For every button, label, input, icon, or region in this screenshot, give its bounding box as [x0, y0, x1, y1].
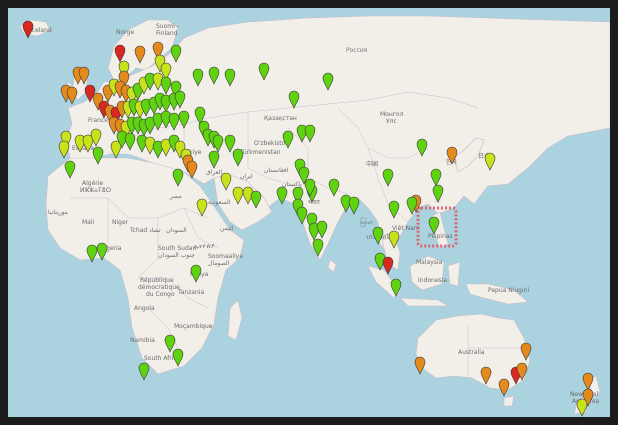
label-mali: Mali — [82, 219, 95, 226]
label-niger: Niger — [112, 219, 129, 226]
label-iraq: العراق — [206, 169, 222, 176]
label-namibia: Namibia — [130, 337, 155, 344]
label-iran: ایران — [240, 173, 253, 180]
land-tasmania — [503, 395, 515, 407]
label-australia: Australia — [458, 349, 485, 356]
label-suomi: Suomi - — [156, 23, 179, 30]
label-soomaaliya-1: Soomaaliya — [208, 253, 243, 260]
label-mocambique: Moçambique — [174, 323, 213, 330]
label-drc-2: démocratique — [138, 284, 180, 291]
label-afghanistan: افغانستان — [264, 167, 289, 174]
label-drc-1: République — [140, 277, 174, 284]
label-norge: Norge — [116, 29, 134, 36]
label-russia: Россия — [346, 47, 368, 54]
map-viewport[interactable]: Iceland Norge Suomi - Finland Россия Қаз… — [8, 8, 610, 417]
label-egypt: مصر — [169, 193, 182, 200]
label-ethiopia: ኢትዮጵያ — [194, 243, 215, 250]
label-finland: Finland — [156, 30, 178, 37]
label-vietnam: Việt Nam — [392, 225, 420, 232]
label-south-sudan-1: South Sudan — [158, 245, 196, 252]
label-tanzania: Tanzania — [177, 289, 204, 296]
label-philippines: Pilipinas — [428, 233, 453, 240]
label-angola: Angola — [134, 305, 155, 312]
label-saudi: السعودية — [208, 199, 231, 206]
label-algerie-1: Algérie — [82, 180, 103, 187]
label-yemen: اليمن — [220, 225, 234, 232]
label-india: भारत — [308, 199, 320, 206]
label-turkmenistan: Türkmenistan — [239, 149, 281, 156]
label-myanmar: မြန်မာ — [360, 217, 373, 227]
label-france: France — [88, 117, 108, 124]
label-papua: Papua Niugini — [488, 287, 529, 294]
label-china: 中国 — [366, 160, 378, 168]
label-drc-3: du Congo — [146, 291, 175, 298]
land-sulawesi — [447, 261, 461, 287]
label-mauritania: موريتانيا — [48, 209, 68, 216]
label-kazakhstan: Қазақстан — [264, 115, 297, 122]
label-sudan: السودان — [166, 227, 187, 234]
label-iceland: Iceland — [30, 27, 52, 34]
label-soomaaliya-2: الصومال — [208, 260, 230, 267]
label-malaysia: Malaysia — [416, 259, 443, 266]
label-indonesia: Indonesia — [418, 277, 447, 284]
label-south-sudan-2: جنوب السودان — [158, 252, 195, 259]
label-algerie-2: ⵍⵣⵣⴰⵢⴻⵔ — [80, 187, 111, 194]
label-tchad: Tchad تشاد — [129, 227, 161, 234]
label-mongolia-2: Улс — [386, 118, 397, 125]
label-uzbekistan: O'zbekiston — [254, 140, 289, 147]
label-mongolia-1: Монгол — [380, 111, 404, 118]
world-map[interactable]: Iceland Norge Suomi - Finland Россия Қаз… — [8, 8, 610, 417]
